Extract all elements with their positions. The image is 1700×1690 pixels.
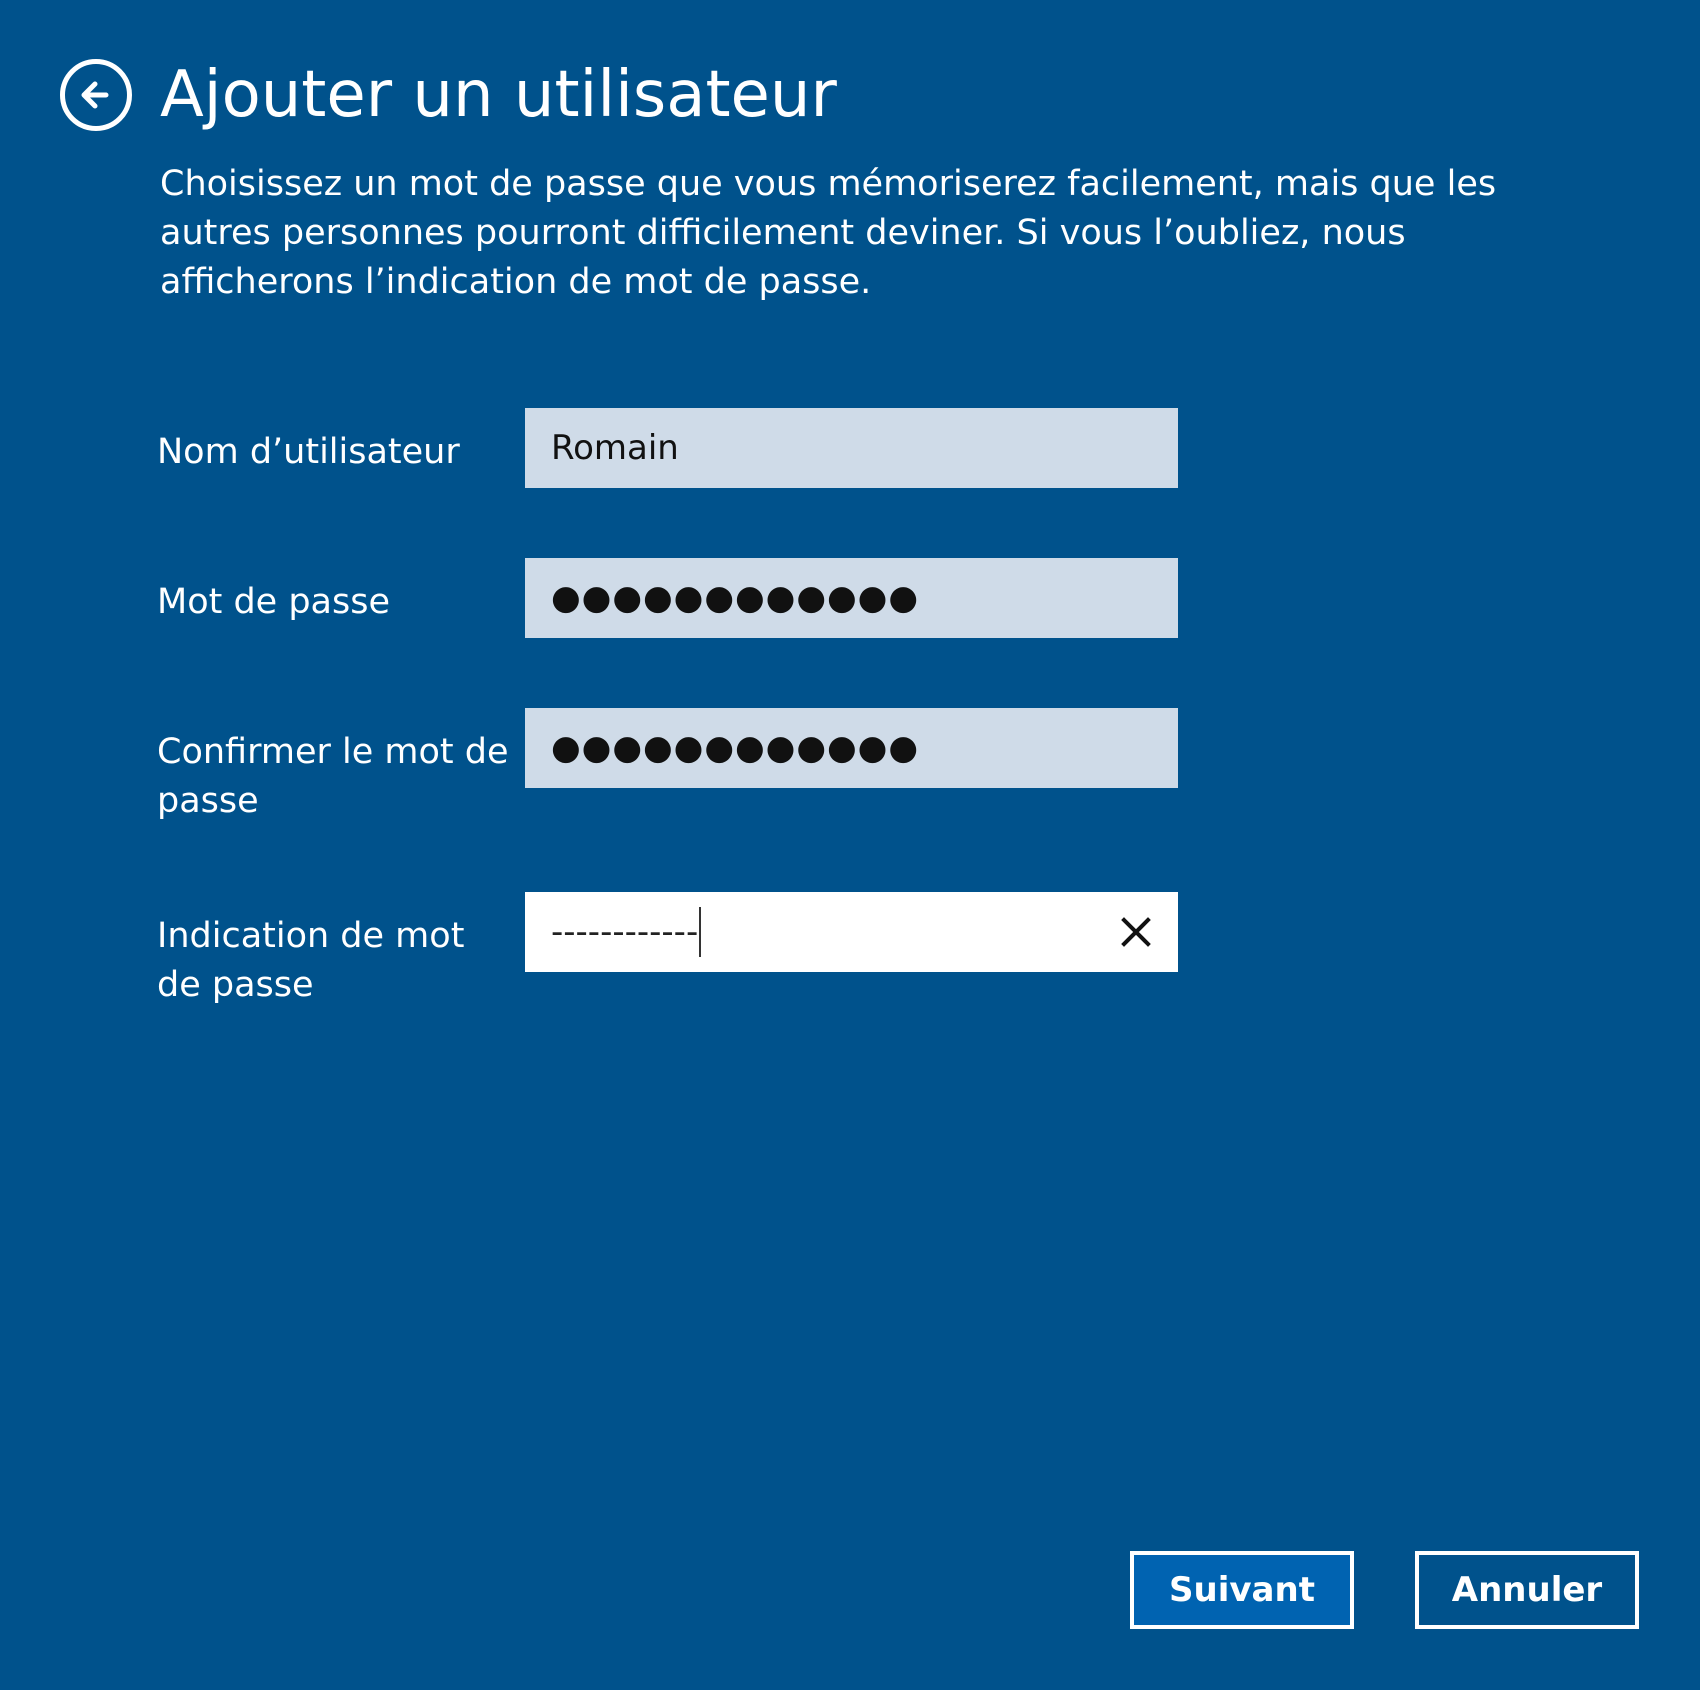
- page-title: Ajouter un utilisateur: [160, 58, 837, 132]
- cancel-button[interactable]: Annuler: [1415, 1551, 1639, 1629]
- username-value: Romain: [551, 428, 679, 468]
- password-hint-label: Indication de mot de passe: [157, 916, 465, 1005]
- password-hint-value: ------------: [551, 912, 699, 952]
- password-label: Mot de passe: [157, 582, 391, 622]
- add-user-page: Ajouter un utilisateur Choisissez un mot…: [0, 0, 1700, 1690]
- text-caret: [699, 907, 702, 957]
- back-arrow-icon: [81, 81, 109, 109]
- page-header: Ajouter un utilisateur: [60, 55, 837, 135]
- password-row: Mot de passe ●●●●●●●●●●●●: [157, 558, 1178, 638]
- username-field[interactable]: Romain: [525, 408, 1178, 488]
- password-field[interactable]: ●●●●●●●●●●●●: [525, 558, 1178, 638]
- confirm-password-field[interactable]: ●●●●●●●●●●●●: [525, 708, 1178, 788]
- next-button[interactable]: Suivant: [1130, 1551, 1354, 1629]
- password-instructions: Choisissez un mot de passe que vous mémo…: [160, 164, 1497, 302]
- back-button[interactable]: [60, 59, 132, 131]
- confirm-password-row: Confirmer le mot de passe ●●●●●●●●●●●●: [157, 708, 1178, 828]
- username-label: Nom d’utilisateur: [157, 432, 460, 472]
- username-row: Nom d’utilisateur Romain: [157, 408, 1178, 488]
- confirm-password-label: Confirmer le mot de passe: [157, 732, 509, 821]
- clear-hint-button[interactable]: [1114, 910, 1158, 954]
- close-icon: [1121, 917, 1151, 947]
- password-masked-value: ●●●●●●●●●●●●: [551, 578, 920, 618]
- confirm-password-masked-value: ●●●●●●●●●●●●: [551, 728, 920, 768]
- password-hint-field[interactable]: ------------: [525, 892, 1178, 972]
- password-hint-row: Indication de mot de passe ------------: [157, 892, 1178, 1012]
